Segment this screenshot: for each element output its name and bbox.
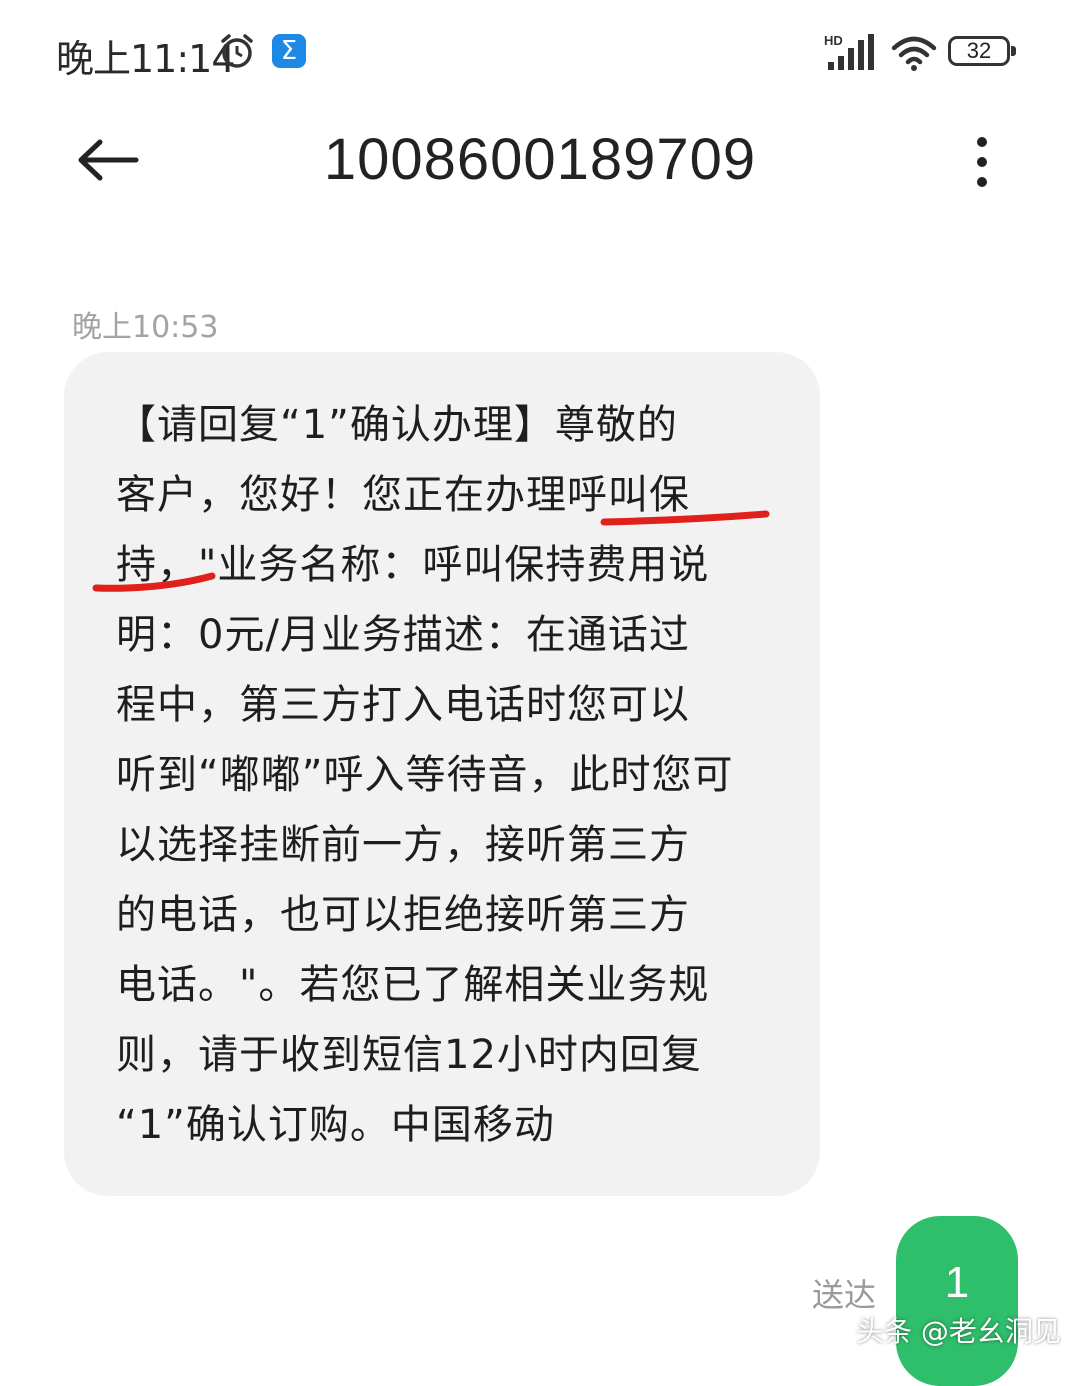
message-line: 明：0元/月业务描述：在通话过 [116,612,690,658]
message-timestamp: 晚上10:53 [72,310,219,345]
message-line: 以选择挂断前一方，接听第三方 [116,822,690,868]
more-vertical-icon[interactable] [968,136,996,188]
message-line: 客户，您好！您正在办理呼叫保 [116,472,690,518]
alarm-icon [221,34,253,68]
app-icon: Σ [272,34,306,68]
message-line: 电话。"。若您已了解相关业务规 [116,962,710,1008]
status-time: 晚上11:14 [56,37,236,81]
wifi-icon [891,36,937,71]
outgoing-message-text: 1 [944,1258,970,1307]
watermark: 头条 @老幺洞见 [856,1315,1061,1348]
battery-icon: 32 [948,36,1016,66]
conversation-title: 1008600189709 [323,127,757,192]
message-line: 程中，第三方打入电话时您可以 [116,682,690,728]
message-line: “1”确认订购。中国移动 [116,1102,555,1148]
message-line: 的电话，也可以拒绝接听第三方 [116,892,690,938]
signal-icon: HD [824,33,874,70]
message-line: 听到“嘟嘟”呼入等待音，此时您可 [116,752,734,798]
message-line: 【请回复“1”确认办理】尊敬的 [116,402,678,448]
message-line: 持，"业务名称：呼叫保持费用说 [116,542,710,588]
message-line: 则，请于收到短信12小时内回复 [116,1032,702,1078]
network-label: HD [824,33,843,48]
